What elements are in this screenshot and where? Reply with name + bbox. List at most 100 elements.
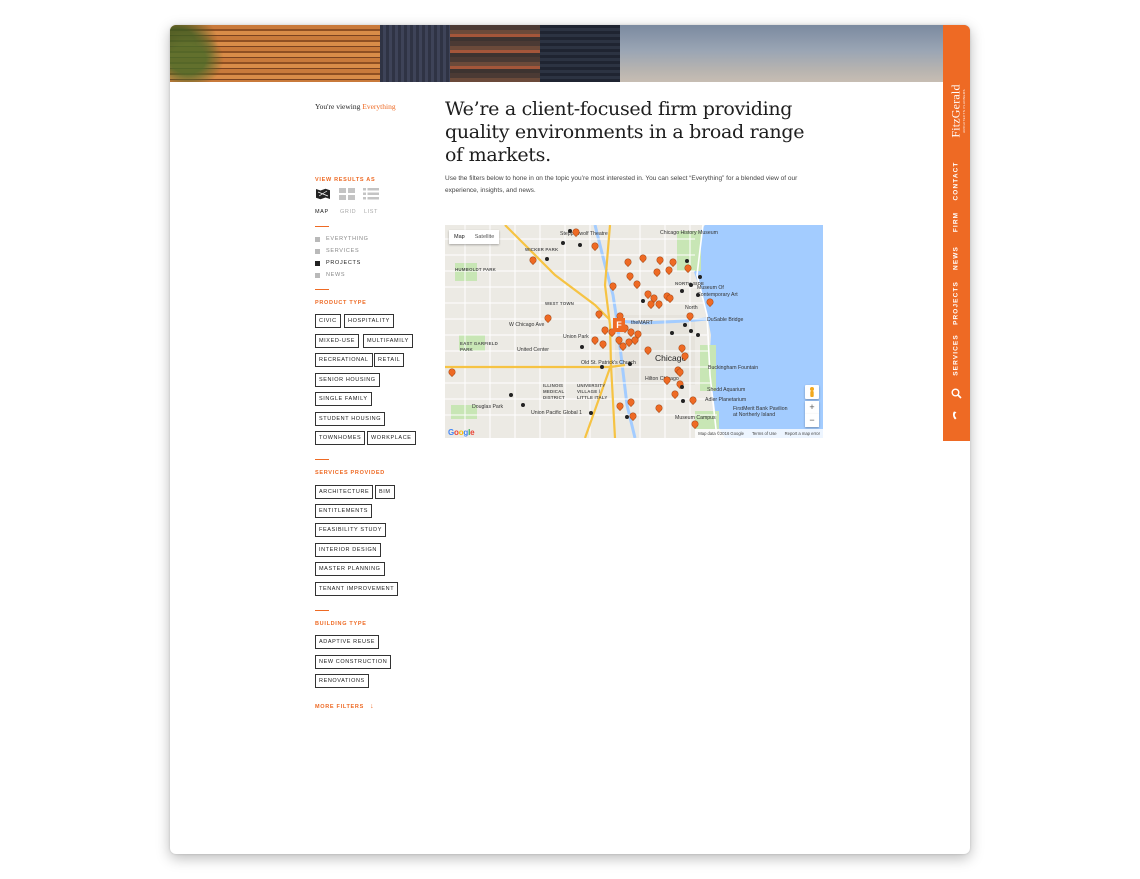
map-dot-icon[interactable] <box>680 385 684 389</box>
view-map-label[interactable]: MAP <box>315 209 329 215</box>
map-dot-icon[interactable] <box>641 299 645 303</box>
tag-interior-design[interactable]: INTERIOR DESIGN <box>315 543 381 557</box>
logo-subtitle: ARCHITECTS PLANNERS <box>962 89 966 133</box>
map-dot-icon[interactable] <box>670 331 674 335</box>
map-dot-icon[interactable] <box>696 293 700 297</box>
tag-mixed-use[interactable]: MIXED-USE <box>315 334 359 348</box>
search-icon[interactable] <box>951 388 962 399</box>
map-dot-icon[interactable] <box>685 259 689 263</box>
map-label: Museum Of Contemporary Art <box>697 285 738 298</box>
nav-contact[interactable]: CONTACT <box>953 162 960 201</box>
map-label: Shedd Aquarium <box>707 387 746 393</box>
map-attribution: Map data ©2016 Google <box>698 431 744 436</box>
map-dot-icon[interactable] <box>625 415 629 419</box>
category-label: NEWS <box>326 272 346 278</box>
category-bullet <box>315 273 320 278</box>
services-provided-label: SERVICES PROVIDED <box>315 470 385 476</box>
map-label: WICKER PARK <box>525 247 559 252</box>
category-label: PROJECTS <box>326 260 361 266</box>
map-label: United Center <box>517 347 550 353</box>
tag-multifamily[interactable]: MULTIFAMILY <box>363 334 413 348</box>
map-type-satellite[interactable]: Satellite <box>470 230 500 244</box>
firm-marker[interactable]: F <box>613 318 625 332</box>
tag-master-planning[interactable]: MASTER PLANNING <box>315 562 385 576</box>
map-dot-icon[interactable] <box>689 329 693 333</box>
map-dot-icon[interactable] <box>698 275 702 279</box>
tag-single-family[interactable]: SINGLE FAMILY <box>315 392 372 406</box>
tag-renovations[interactable]: RENOVATIONS <box>315 674 369 688</box>
map-type-map[interactable]: Map <box>449 230 470 244</box>
map-label: W Chicago Ave <box>509 322 545 328</box>
side-nav: FitzGerald ARCHITECTS PLANNERS CONTACT F… <box>943 25 970 441</box>
map-dot-icon[interactable] <box>681 399 685 403</box>
map-label: HUMBOLDT PARK <box>455 267 497 272</box>
map-label: Hilton Chicago <box>645 376 679 382</box>
divider <box>315 226 329 227</box>
tag-tenant-improvement[interactable]: TENANT IMPROVEMENT <box>315 582 399 596</box>
list-icon[interactable] <box>363 188 379 200</box>
zoom-out-button[interactable]: − <box>805 414 819 427</box>
view-grid-label[interactable]: GRID <box>340 209 356 215</box>
tag-student-housing[interactable]: STUDENT HOUSING <box>315 412 386 426</box>
map-dot-icon[interactable] <box>600 365 604 369</box>
map-dot-icon[interactable] <box>680 289 684 293</box>
viewing-prefix: You're viewing <box>315 102 363 111</box>
category-label: SERVICES <box>326 248 360 254</box>
map-dot-icon[interactable] <box>683 323 687 327</box>
tag-senior-housing[interactable]: SENIOR HOUSING <box>315 373 380 387</box>
map-dot-icon[interactable] <box>545 257 549 261</box>
more-filters-label: MORE FILTERS <box>315 704 364 710</box>
tag-entitlements[interactable]: ENTITLEMENTS <box>315 504 373 518</box>
view-list-label[interactable]: LIST <box>364 209 378 215</box>
project-map[interactable]: Steppenwolf Theatre Chicago History Muse… <box>445 225 823 438</box>
map-dot-icon[interactable] <box>578 243 582 247</box>
page-headline: We’re a client-focused firm providing qu… <box>445 98 805 166</box>
tag-workplace[interactable]: WORKPLACE <box>367 431 416 445</box>
category-bullet <box>315 249 320 254</box>
google-logo[interactable]: Google <box>448 428 475 437</box>
nav-firm[interactable]: FIRM <box>953 212 960 232</box>
map-label: EAST GARFIELD PARK <box>460 341 498 352</box>
map-dot-icon[interactable] <box>628 362 632 366</box>
map-terms-link[interactable]: Terms of Use <box>752 429 777 438</box>
tag-feasibility-study[interactable]: FEASIBILITY STUDY <box>315 523 386 537</box>
map-icon[interactable] <box>315 188 331 200</box>
map-dot-icon[interactable] <box>689 283 693 287</box>
map-dot-icon[interactable] <box>589 411 593 415</box>
tag-recreational[interactable]: RECREATIONAL <box>315 353 373 367</box>
building-type-label: BUILDING TYPE <box>315 621 367 627</box>
nav-services[interactable]: SERVICES <box>953 334 960 376</box>
tag-retail[interactable]: RETAIL <box>374 353 405 367</box>
map-dot-icon[interactable] <box>568 229 572 233</box>
tag-townhomes[interactable]: TOWNHOMES <box>315 431 366 445</box>
zoom-in-button[interactable]: + <box>805 401 819 414</box>
map-dot-icon[interactable] <box>561 241 565 245</box>
tag-bim[interactable]: BIM <box>375 485 395 499</box>
viewing-value[interactable]: Everything <box>362 102 395 111</box>
grid-icon[interactable] <box>339 188 355 200</box>
logo[interactable]: FitzGerald ARCHITECTS PLANNERS <box>943 80 970 142</box>
zoom-controls: + − <box>805 385 819 427</box>
tag-hospitality[interactable]: HOSPITALITY <box>344 314 394 328</box>
tag-civic[interactable]: CIVIC <box>315 314 341 328</box>
map-report-link[interactable]: Report a map error <box>785 429 820 438</box>
map-dot-icon[interactable] <box>696 333 700 337</box>
tag-new-construction[interactable]: NEW CONSTRUCTION <box>315 655 392 669</box>
map-label: Union Park <box>563 334 589 340</box>
pegman-icon[interactable] <box>805 385 819 399</box>
view-results-label: VIEW RESULTS AS <box>315 177 376 183</box>
map-label: Union Pacific Global 1 <box>531 410 583 416</box>
map-dot-icon[interactable] <box>521 403 525 407</box>
category-bullet <box>315 237 320 242</box>
map-dot-icon[interactable] <box>509 393 513 397</box>
tag-adaptive-reuse[interactable]: ADAPTIVE REUSE <box>315 635 380 649</box>
category-label: EVERYTHING <box>326 236 369 242</box>
phone-icon[interactable] <box>951 410 962 421</box>
more-filters-link[interactable]: MORE FILTERS ↓ <box>315 703 374 710</box>
map-dot-icon[interactable] <box>580 345 584 349</box>
page-card: FitzGerald ARCHITECTS PLANNERS CONTACT F… <box>170 25 970 854</box>
nav-news[interactable]: NEWS <box>953 246 960 270</box>
nav-projects[interactable]: PROJECTS <box>953 281 960 325</box>
humboldt-park <box>455 263 477 281</box>
tag-architecture[interactable]: ARCHITECTURE <box>315 485 374 499</box>
